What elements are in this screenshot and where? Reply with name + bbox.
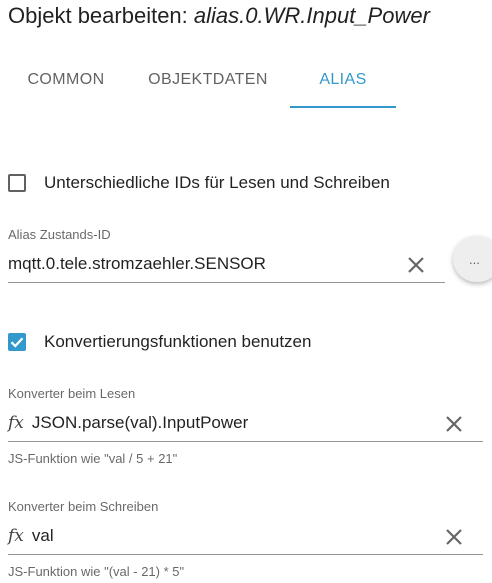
active-tab-indicator xyxy=(290,106,396,108)
tab-bar: COMMON OBJEKTDATEN ALIAS xyxy=(0,55,420,109)
read-converter-input[interactable]: fx JSON.parse(val).InputPower xyxy=(8,413,248,433)
use-conversion-label: Konvertierungsfunktionen benutzen xyxy=(44,332,312,351)
read-converter-underline xyxy=(8,441,483,442)
close-icon xyxy=(446,416,462,432)
read-converter-label: Konverter beim Lesen xyxy=(8,386,136,401)
separate-ids-checkbox[interactable] xyxy=(8,174,26,192)
tab-objektdaten[interactable]: OBJEKTDATEN xyxy=(130,55,286,105)
separate-ids-checkbox-row[interactable]: Unterschiedliche IDs für Lesen und Schre… xyxy=(8,171,390,195)
close-icon xyxy=(446,529,462,545)
write-converter-value: val xyxy=(31,526,54,545)
read-converter-helper: JS-Funktion wie "val / 5 + 21" xyxy=(8,451,178,466)
more-icon: ... xyxy=(469,251,480,267)
close-icon xyxy=(408,257,424,273)
check-icon xyxy=(10,337,24,348)
write-converter-input[interactable]: fx val xyxy=(8,526,54,546)
select-id-button[interactable]: ... xyxy=(453,236,492,282)
alias-state-clear-button[interactable] xyxy=(403,252,429,278)
use-conversion-checkbox-row[interactable]: Konvertierungsfunktionen benutzen xyxy=(8,330,311,354)
read-converter-clear-button[interactable] xyxy=(441,411,467,437)
write-converter-clear-button[interactable] xyxy=(441,524,467,550)
tab-alias[interactable]: ALIAS xyxy=(290,55,396,105)
separate-ids-label: Unterschiedliche IDs für Lesen und Schre… xyxy=(44,173,390,192)
tab-common[interactable]: COMMON xyxy=(8,55,124,105)
function-icon: fx xyxy=(8,413,24,433)
write-converter-helper: JS-Funktion wie "(val - 21) * 5" xyxy=(8,564,185,579)
alias-state-label: Alias Zustands-ID xyxy=(8,227,111,242)
function-icon: fx xyxy=(8,526,24,546)
dialog-title-prefix: Objekt bearbeiten: xyxy=(8,3,194,28)
use-conversion-checkbox[interactable] xyxy=(8,333,26,351)
object-id: alias.0.WR.Input_Power xyxy=(193,3,430,28)
alias-state-underline xyxy=(8,282,445,283)
read-converter-value: JSON.parse(val).InputPower xyxy=(31,413,249,432)
alias-state-input[interactable]: mqtt.0.tele.stromzaehler.SENSOR xyxy=(8,254,266,274)
write-converter-label: Konverter beim Schreiben xyxy=(8,499,159,514)
dialog-title: Objekt bearbeiten: alias.0.WR.Input_Powe… xyxy=(8,1,430,31)
write-converter-underline xyxy=(8,554,483,555)
